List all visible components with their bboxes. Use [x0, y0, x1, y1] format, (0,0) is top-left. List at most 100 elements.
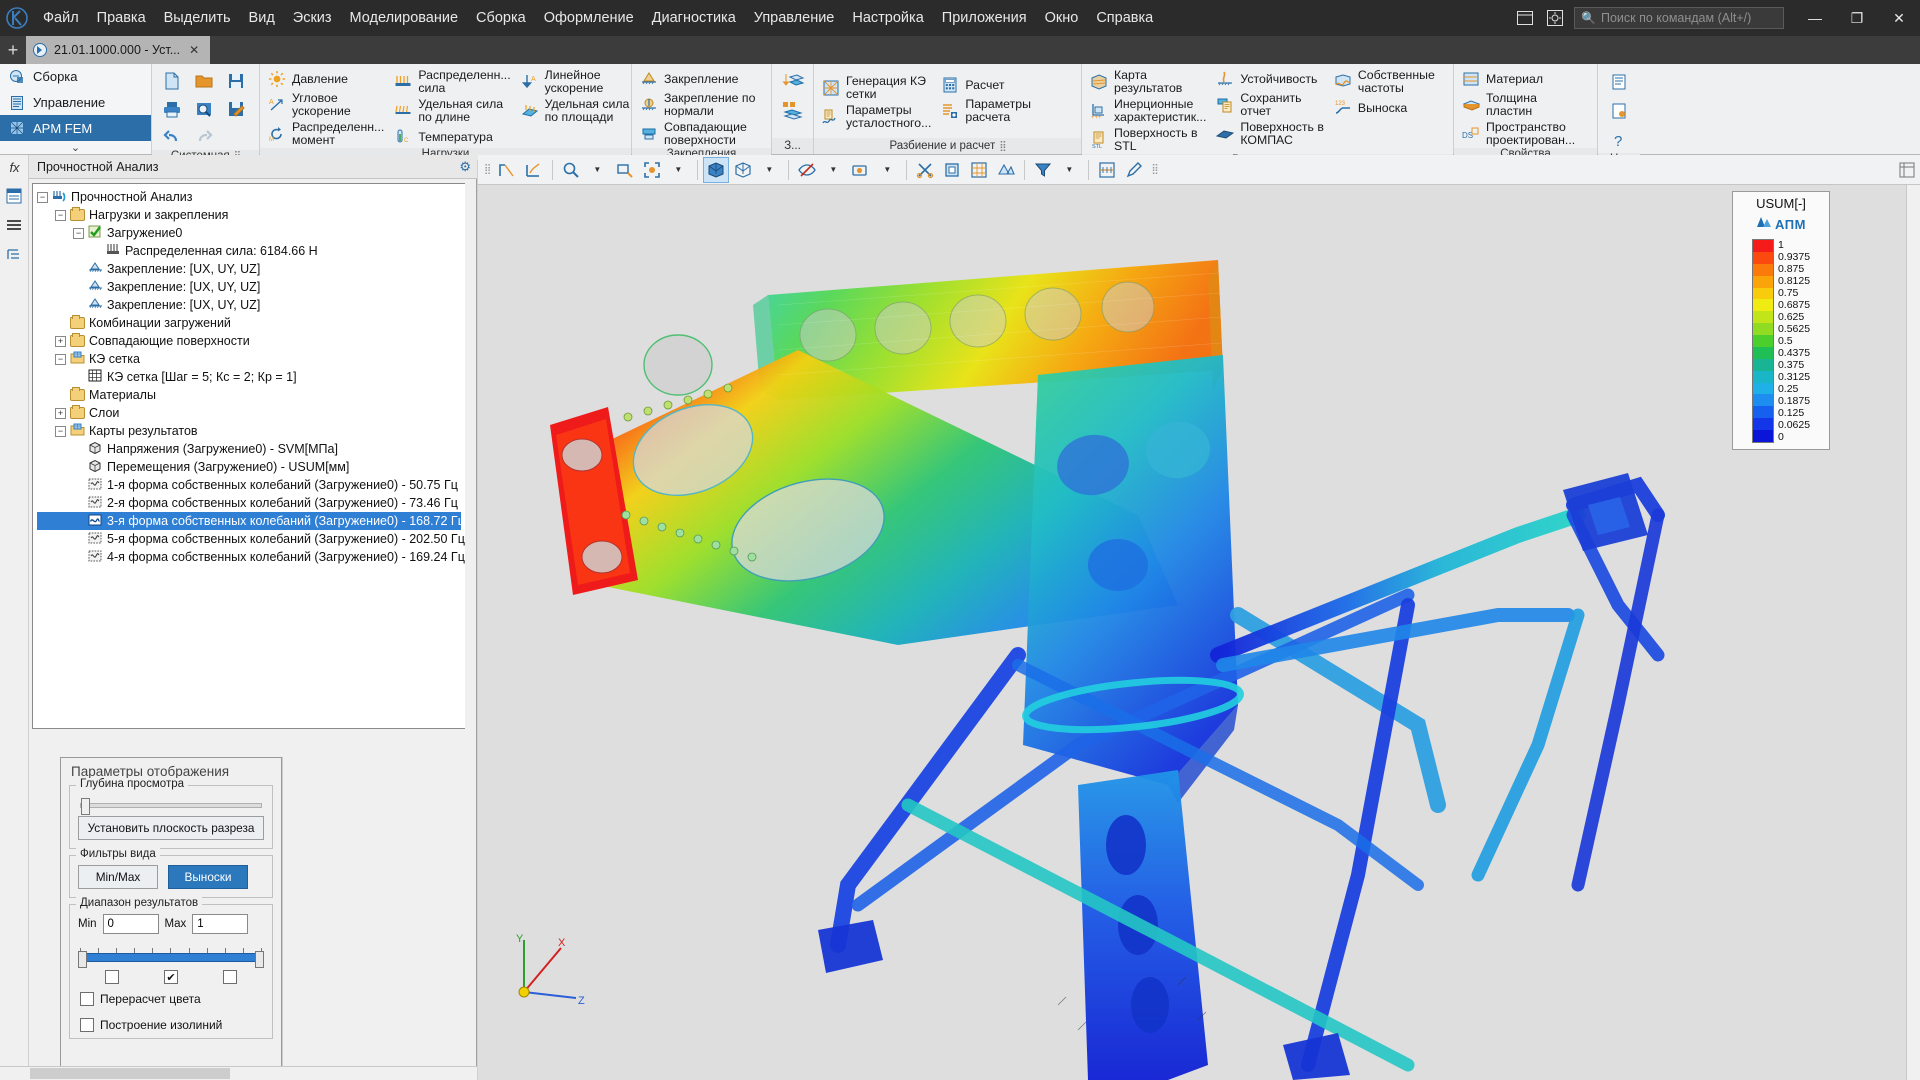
- min-input[interactable]: [102, 914, 159, 934]
- camera-dropdown-caret-icon[interactable]: ▼: [875, 157, 901, 183]
- ribbon-item-restraint[interactable]: Закрепление: [637, 68, 760, 90]
- ribbon-item-material[interactable]: Материал: [1459, 68, 1580, 90]
- ribbon-item-temperature[interactable]: C Температура: [391, 126, 515, 148]
- section-view-icon[interactable]: [494, 157, 520, 183]
- doc-tree-icon[interactable]: [3, 185, 25, 207]
- measure-icon[interactable]: [1094, 157, 1120, 183]
- layout-panels-icon[interactable]: [1510, 3, 1540, 33]
- redo-icon[interactable]: [189, 123, 219, 150]
- menu-item-3[interactable]: Вид: [240, 0, 284, 36]
- close-button[interactable]: ✕: [1878, 0, 1920, 36]
- ribbon-group-mesh-calc-grip[interactable]: ⣿: [999, 141, 1006, 152]
- toolbar-grip-right[interactable]: ⣿: [1151, 164, 1158, 175]
- tree-node[interactable]: 5-я форма собственных колебаний (Загруже…: [37, 530, 469, 548]
- print-icon[interactable]: [157, 95, 187, 122]
- hide-icon[interactable]: [794, 157, 820, 183]
- tree-node[interactable]: Закрепление: [UX, UY, UZ]: [37, 260, 469, 278]
- tree-node[interactable]: Закрепление: [UX, UY, UZ]: [37, 278, 469, 296]
- tree-expand-icon[interactable]: +: [55, 335, 66, 347]
- tree-collapse-icon[interactable]: −: [55, 425, 66, 437]
- settings-gear-icon[interactable]: [1540, 3, 1570, 33]
- tree-node[interactable]: Комбинации загружений: [37, 314, 469, 332]
- contact-down-icon[interactable]: [778, 68, 808, 95]
- feature-tree[interactable]: − Прочностной Анализ − Нагрузки и закреплен…: [32, 183, 470, 729]
- app-tab-apm-fem[interactable]: APM FEM: [0, 115, 151, 142]
- range-checkbox-right[interactable]: [223, 970, 238, 984]
- ribbon-item-coincident-surfaces[interactable]: Совпадающие поверхности: [637, 120, 760, 148]
- minimize-button[interactable]: —: [1794, 0, 1836, 36]
- tree-node[interactable]: 3-я форма собственных колебаний (Загруже…: [37, 512, 465, 530]
- wireframe-view-icon[interactable]: [730, 157, 756, 183]
- pick-color-icon[interactable]: [1121, 157, 1147, 183]
- menu-item-4[interactable]: Эскиз: [284, 0, 341, 36]
- range-slider[interactable]: [78, 951, 264, 968]
- tree-node[interactable]: Материалы: [37, 386, 469, 404]
- ribbon-item-kompas-surface[interactable]: Поверхность в КОМПАС: [1213, 120, 1329, 148]
- wireframe-dropdown-caret-icon[interactable]: ▼: [757, 157, 783, 183]
- tree-node[interactable]: − Прочностной Анализ: [37, 188, 469, 206]
- range-checkbox-middle[interactable]: ✔: [163, 970, 178, 984]
- ribbon-item-design-space[interactable]: DS Пространство проектирован...: [1459, 120, 1580, 148]
- ribbon-item-eigen-frequency[interactable]: Собственные частоты: [1331, 68, 1440, 96]
- tree-node[interactable]: 2-я форма собственных колебаний (Загруже…: [37, 494, 469, 512]
- cut-icon[interactable]: [912, 157, 938, 183]
- tree-collapse-icon[interactable]: −: [55, 209, 66, 221]
- tree-node[interactable]: + Слои: [37, 404, 469, 422]
- ribbon-item-distributed-force[interactable]: Распределенн... сила: [391, 68, 515, 96]
- menu-item-8[interactable]: Диагностика: [643, 0, 745, 36]
- ribbon-item-angular-accel[interactable]: A Угловое ускорение: [265, 91, 389, 119]
- grid-view-icon[interactable]: [966, 157, 992, 183]
- undo-icon[interactable]: [157, 123, 187, 150]
- menu-item-5[interactable]: Моделирование: [341, 0, 468, 36]
- open-folder-icon[interactable]: [189, 67, 219, 94]
- contact-pair-icon[interactable]: [778, 97, 808, 124]
- ribbon-item-stability[interactable]: Устойчивость: [1213, 68, 1329, 90]
- callouts-button[interactable]: Выноски: [168, 865, 248, 889]
- search-box[interactable]: 🔍: [1574, 7, 1784, 29]
- menu-item-11[interactable]: Приложения: [933, 0, 1036, 36]
- tree-node[interactable]: − Карты результатов: [37, 422, 469, 440]
- structure-icon[interactable]: [3, 245, 25, 267]
- box-view-icon[interactable]: [939, 157, 965, 183]
- tree-node[interactable]: КЭ сетка [Шаг = 5; Кс = 2; Кр = 1]: [37, 368, 469, 386]
- save-as-icon[interactable]: [221, 95, 251, 122]
- ribbon-item-plate-thickness[interactable]: Толщина пластин: [1459, 91, 1580, 119]
- shaded-view-icon[interactable]: [703, 156, 730, 183]
- viewport-right-rail[interactable]: [1906, 185, 1920, 1080]
- search-input[interactable]: [1600, 11, 1777, 25]
- fx-button[interactable]: fx: [0, 155, 29, 179]
- menu-item-2[interactable]: Выделить: [155, 0, 240, 36]
- app-tab-manage[interactable]: Управление: [0, 90, 151, 116]
- menu-item-9[interactable]: Управление: [745, 0, 844, 36]
- ribbon-item-distributed-moment[interactable]: M Распределенн... момент: [265, 120, 389, 148]
- ribbon-item-normal-restraint[interactable]: Закрепление по нормали: [637, 91, 760, 119]
- menu-item-1[interactable]: Правка: [88, 0, 155, 36]
- params-scroll-strip[interactable]: [282, 757, 293, 1067]
- zoom-fit-dropdown-caret-icon[interactable]: ▼: [666, 157, 692, 183]
- print-preview-icon[interactable]: [189, 95, 219, 122]
- toolbar-grip[interactable]: ⣿: [484, 164, 491, 175]
- ribbon-item-linear-accel[interactable]: A Линейное ускорение: [518, 68, 635, 96]
- menu-item-12[interactable]: Окно: [1036, 0, 1088, 36]
- tree-node[interactable]: 4-я форма собственных колебаний (Загруже…: [37, 548, 469, 566]
- ribbon-item-force-per-area[interactable]: Удельная сила по площади: [518, 97, 635, 125]
- depth-slider[interactable]: [80, 798, 262, 815]
- panel-horizontal-scrollbar[interactable]: [0, 1066, 477, 1080]
- ribbon-item-pressure[interactable]: Давление: [265, 68, 389, 90]
- tree-collapse-icon[interactable]: −: [73, 227, 84, 239]
- save-icon[interactable]: [221, 67, 251, 94]
- tree-node[interactable]: − Загружение0: [37, 224, 469, 242]
- document-tab[interactable]: 21.01.1000.000 - Уст... ✕: [26, 36, 211, 64]
- zoom-fit-icon[interactable]: [639, 157, 665, 183]
- panel-gear-icon[interactable]: ⚙: [459, 159, 471, 175]
- build-isolines-option[interactable]: Построение изолиний: [78, 1006, 264, 1032]
- restore-button[interactable]: ❐: [1836, 0, 1878, 36]
- hide-dropdown-caret-icon[interactable]: ▼: [821, 157, 847, 183]
- ribbon-item-calc-params[interactable]: Параметры расчета: [938, 97, 1036, 125]
- tree-node[interactable]: + Совпадающие поверхности: [37, 332, 469, 350]
- menu-item-0[interactable]: Файл: [34, 0, 88, 36]
- zoom-dropdown-caret-icon[interactable]: ▼: [585, 157, 611, 183]
- camera-icon[interactable]: [848, 157, 874, 183]
- depth-slider-thumb[interactable]: [81, 798, 90, 815]
- document-tab-close-icon[interactable]: ✕: [186, 43, 202, 57]
